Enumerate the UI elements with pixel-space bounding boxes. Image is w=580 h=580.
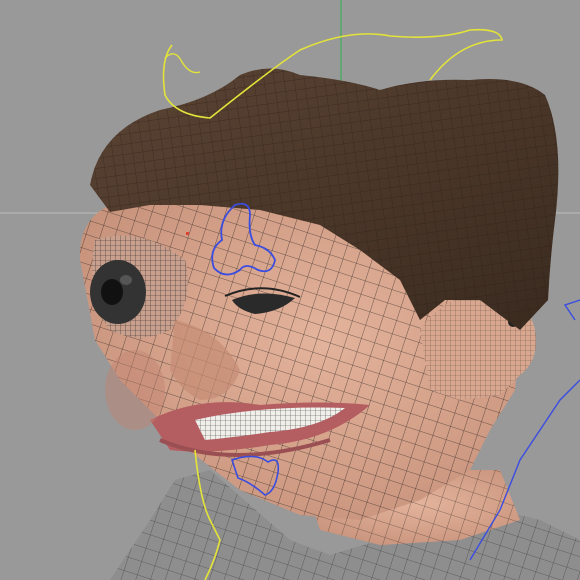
rig-curve-yellow-loop: [164, 53, 201, 74]
pupil-left: [101, 279, 123, 305]
cheek-left: [105, 350, 165, 430]
eyeball-left-highlight: [120, 275, 132, 285]
rig-control-marker-red: [186, 232, 189, 235]
3d-viewport[interactable]: [0, 0, 580, 580]
viewport-scene[interactable]: [0, 0, 580, 580]
